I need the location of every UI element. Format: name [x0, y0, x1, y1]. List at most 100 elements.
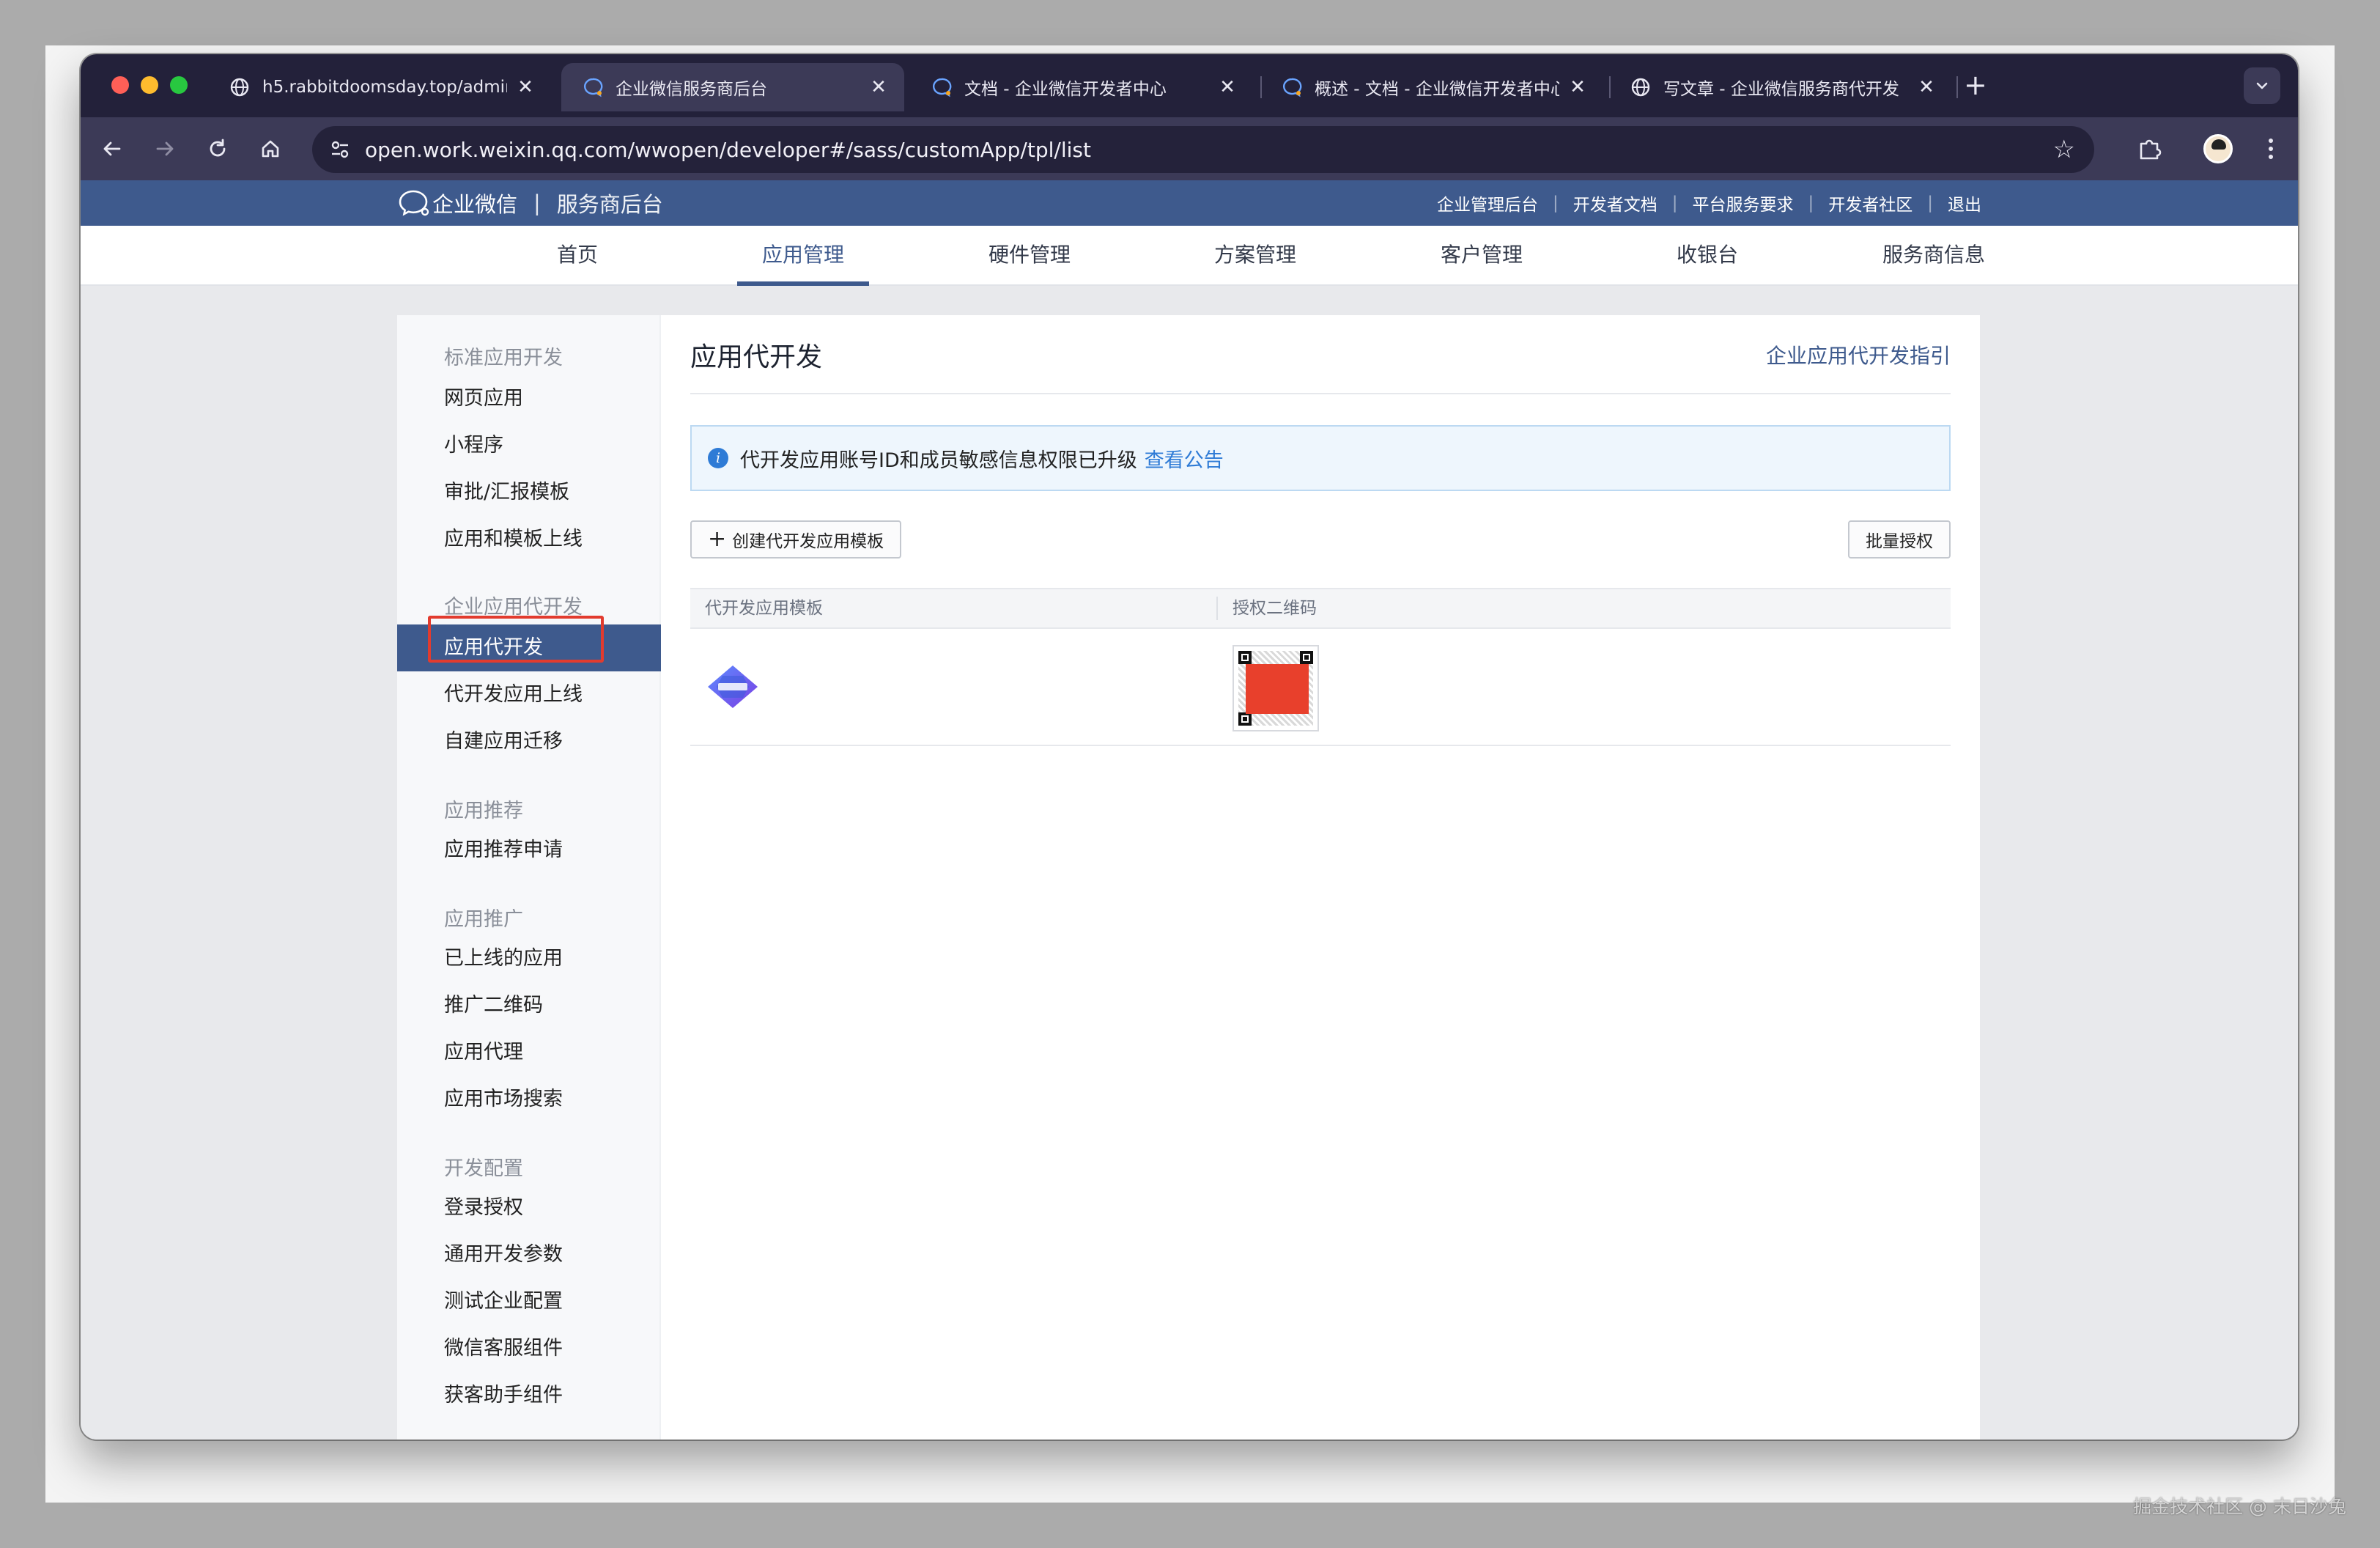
sidebar-item-recommend-apply[interactable]: 应用推荐申请	[397, 827, 661, 874]
table-row	[690, 629, 1951, 746]
sidebar-group-title: 标准应用开发	[444, 347, 563, 369]
address-bar[interactable]: open.work.weixin.qq.com/wwopen/developer…	[312, 126, 2094, 173]
browser-tab[interactable]: 文档 - 企业微信开发者中心 ✕	[910, 63, 1253, 111]
browser-tab[interactable]: 概述 - 文档 - 企业微信开发者中心 ✕	[1260, 63, 1603, 111]
link-platform-requirements[interactable]: 平台服务要求	[1693, 191, 1794, 215]
reload-icon	[210, 139, 226, 157]
main-nav: 首页 应用管理 硬件管理 方案管理 客户管理 收银台 服务商信息	[81, 226, 2298, 286]
brand-subtitle: 服务商后台	[556, 192, 663, 217]
close-icon[interactable]: ✕	[1915, 76, 1937, 98]
browser-window: h5.rabbitdoomsday.top/admin ✕ 企业微信服务商后台 …	[81, 54, 2298, 1440]
link-logout[interactable]: 退出	[1948, 191, 1981, 215]
redaction-block	[1246, 664, 1309, 714]
browser-tab[interactable]: 写文章 - 企业微信服务商代开发 ✕	[1609, 63, 1952, 111]
nav-item-home[interactable]: 首页	[511, 226, 643, 286]
nav-item-provider-info[interactable]: 服务商信息	[1853, 226, 2014, 286]
qrcode-finder	[1238, 712, 1252, 726]
table-header: 代开发应用模板 授权二维码	[690, 588, 1951, 629]
nav-item-cashier[interactable]: 收银台	[1641, 226, 1773, 286]
qrcode-finder	[1238, 651, 1252, 664]
sidebar-item-mini-program[interactable]: 小程序	[397, 422, 661, 469]
link-developer-docs[interactable]: 开发者文档	[1573, 191, 1658, 215]
sidebar-item-login-auth[interactable]: 登录授权	[397, 1184, 661, 1231]
sidebar-group-title: 应用推广	[444, 908, 523, 931]
page-title: 应用代开发	[690, 342, 823, 372]
sidebar-item-customer-acquisition[interactable]: 获客助手组件	[397, 1372, 661, 1419]
sidebar-item-self-built-migration[interactable]: 自建应用迁移	[397, 718, 661, 765]
avatar	[2203, 134, 2233, 163]
sidebar-item-test-enterprise[interactable]: 测试企业配置	[397, 1278, 661, 1325]
sidebar-item-web-app[interactable]: 网页应用	[397, 375, 661, 422]
new-tab-button[interactable]: +	[1964, 70, 1987, 100]
batch-authorize-label: 批量授权	[1866, 532, 1933, 551]
content-panel: 标准应用开发 网页应用 小程序 审批/汇报模板 应用和模板上线 企业应用代开发 …	[397, 315, 1980, 1440]
close-icon[interactable]: ✕	[1216, 76, 1238, 98]
sidebar-item-custom-app-dev[interactable]: 应用代开发	[397, 624, 661, 671]
nav-item-customers[interactable]: 客户管理	[1416, 226, 1548, 286]
tab-title: 概述 - 文档 - 企业微信开发者中心	[1315, 80, 1559, 99]
brand-logo[interactable]: 企业微信 | 服务商后台	[397, 185, 663, 221]
info-icon: i	[708, 448, 728, 468]
extensions-button[interactable]	[2132, 132, 2166, 166]
sidebar-item-app-launch[interactable]: 应用和模板上线	[397, 516, 661, 563]
globe-icon	[229, 76, 251, 98]
browser-tab-active[interactable]: 企业微信服务商后台 ✕	[561, 63, 904, 111]
notice-link[interactable]: 查看公告	[1145, 444, 1224, 473]
arrow-left-icon	[103, 141, 121, 156]
back-button[interactable]	[95, 132, 129, 166]
nav-item-solutions[interactable]: 方案管理	[1189, 226, 1321, 286]
content-area: 标准应用开发 网页应用 小程序 审批/汇报模板 应用和模板上线 企业应用代开发 …	[81, 286, 2298, 1440]
create-template-label: 创建代开发应用模板	[732, 532, 884, 551]
close-icon[interactable]: ✕	[868, 76, 890, 98]
globe-icon	[1630, 76, 1652, 98]
forward-button[interactable]	[148, 132, 182, 166]
close-icon[interactable]: ✕	[1567, 76, 1589, 98]
kebab-menu-icon	[2269, 139, 2273, 159]
chevron-down-icon	[2256, 82, 2268, 89]
sidebar-item-published-apps[interactable]: 已上线的应用	[397, 935, 661, 982]
puzzle-icon	[2140, 139, 2162, 160]
maximize-window-button[interactable]	[170, 76, 188, 94]
column-divider	[1216, 597, 1218, 620]
nav-item-hardware[interactable]: 硬件管理	[964, 226, 1095, 286]
browser-menu-button[interactable]	[2254, 132, 2288, 166]
tab-search-button[interactable]	[2244, 67, 2280, 104]
watermark: 掘金技术社区 @ 末日沙兔	[2133, 1496, 2346, 1517]
sidebar-item-custom-app-launch[interactable]: 代开发应用上线	[397, 671, 661, 718]
divider	[690, 393, 1951, 394]
browser-tab[interactable]: h5.rabbitdoomsday.top/admin ✕	[208, 63, 551, 111]
bookmark-star-icon[interactable]: ☆	[2053, 135, 2075, 164]
sidebar-item-wechat-kf[interactable]: 微信客服组件	[397, 1325, 661, 1372]
reload-button[interactable]	[201, 132, 234, 166]
notice-text: 代开发应用账号ID和成员敏感信息权限已升级	[740, 449, 1137, 472]
tab-title: 文档 - 企业微信开发者中心	[964, 80, 1167, 99]
sidebar-item-approval-template[interactable]: 审批/汇报模板	[397, 469, 661, 516]
site-settings-icon[interactable]	[325, 135, 355, 164]
close-icon[interactable]: ✕	[514, 76, 536, 98]
nav-item-app-management[interactable]: 应用管理	[737, 226, 869, 286]
batch-authorize-button[interactable]: 批量授权	[1848, 520, 1951, 559]
link-separator: |	[1927, 194, 1933, 213]
create-template-button[interactable]: + 创建代开发应用模板	[690, 520, 902, 559]
link-separator: |	[1671, 194, 1678, 213]
sidebar-item-dev-params[interactable]: 通用开发参数	[397, 1231, 661, 1278]
link-developer-community[interactable]: 开发者社区	[1828, 191, 1912, 215]
minimize-window-button[interactable]	[141, 76, 158, 94]
wework-logo-icon	[399, 190, 429, 216]
sidebar-item-promo-qrcode[interactable]: 推广二维码	[397, 982, 661, 1029]
url-text: open.work.weixin.qq.com/wwopen/developer…	[365, 137, 1091, 162]
link-separator: |	[1808, 194, 1814, 213]
sidebar-item-app-agent[interactable]: 应用代理	[397, 1029, 661, 1076]
app-logo-icon[interactable]	[705, 663, 761, 711]
guide-link[interactable]: 企业应用代开发指引	[1766, 340, 1951, 369]
column-header-template: 代开发应用模板	[705, 599, 823, 618]
tab-title: 写文章 - 企业微信服务商代开发	[1663, 80, 1899, 99]
authorization-qrcode[interactable]	[1232, 645, 1319, 731]
link-enterprise-admin[interactable]: 企业管理后台	[1437, 191, 1538, 215]
sidebar-group-title: 开发配置	[444, 1157, 523, 1180]
close-window-button[interactable]	[111, 76, 129, 94]
home-button[interactable]	[254, 132, 287, 166]
sidebar-item-market-search[interactable]: 应用市场搜索	[397, 1076, 661, 1123]
link-separator: |	[1553, 194, 1559, 213]
profile-button[interactable]	[2201, 132, 2235, 166]
